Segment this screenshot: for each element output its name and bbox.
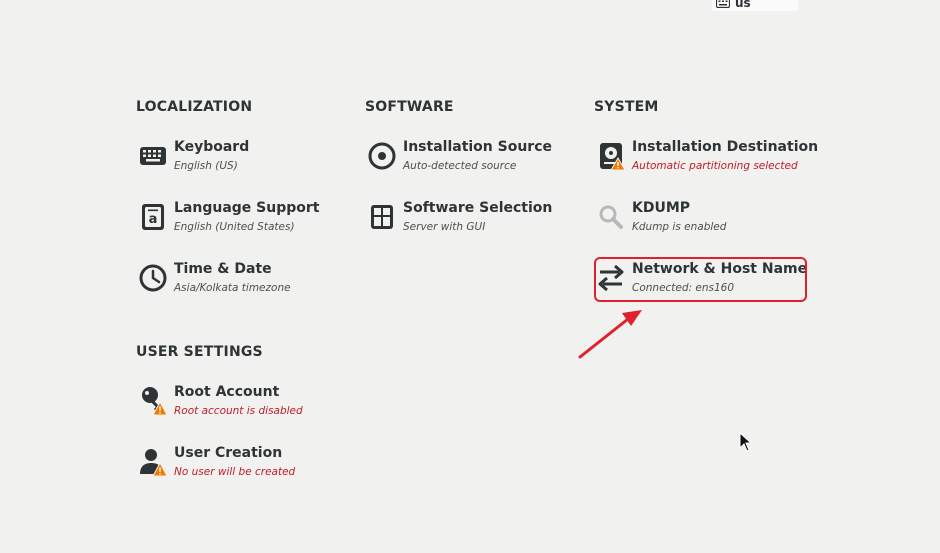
keyboard-layout-label: us xyxy=(735,0,751,10)
spoke-installation-source-title: Installation Source xyxy=(403,139,553,155)
spoke-kdump-title: KDUMP xyxy=(632,200,691,216)
spoke-keyboard[interactable]: Keyboard English (US) xyxy=(136,139,346,185)
annotation-highlight-box xyxy=(594,257,807,302)
section-title-user-settings: USER SETTINGS xyxy=(136,344,263,360)
keyboard-layout-indicator[interactable]: us xyxy=(712,0,798,11)
spoke-root-account-status: Root account is disabled xyxy=(174,405,303,417)
spoke-user-creation-title: User Creation xyxy=(174,445,283,461)
section-title-system: SYSTEM xyxy=(594,99,659,115)
language-icon: a xyxy=(142,204,164,230)
spoke-time-date-title: Time & Date xyxy=(174,261,272,277)
spoke-keyboard-title: Keyboard xyxy=(174,139,250,155)
spoke-kdump[interactable]: KDUMP Kdump is enabled xyxy=(594,200,804,246)
spoke-kdump-status: Kdump is enabled xyxy=(632,221,727,233)
svg-text:a: a xyxy=(149,212,158,227)
annotation-arrow-icon xyxy=(578,310,642,359)
keyboard-icon xyxy=(140,147,166,165)
spoke-language-status: English (United States) xyxy=(174,221,295,233)
spoke-software-selection-title: Software Selection xyxy=(403,200,553,216)
magnifier-icon xyxy=(599,205,623,229)
user-warning-icon xyxy=(140,449,168,477)
spoke-keyboard-status: English (US) xyxy=(174,160,238,172)
package-icon xyxy=(371,205,393,229)
spoke-installation-source[interactable]: Installation Source Auto-detected source xyxy=(365,139,575,185)
spoke-installation-destination[interactable]: Installation Destination Automatic parti… xyxy=(594,139,818,185)
clock-icon xyxy=(139,264,167,292)
spoke-software-selection[interactable]: Software Selection Server with GUI xyxy=(365,200,575,246)
spoke-user-creation-status: No user will be created xyxy=(174,466,296,478)
spoke-installation-destination-status: Automatic partitioning selected xyxy=(632,160,798,172)
spoke-user-creation[interactable]: User Creation No user will be created xyxy=(136,445,346,491)
spoke-root-account[interactable]: Root Account Root account is disabled xyxy=(136,384,346,430)
key-warning-icon xyxy=(142,387,168,416)
harddisk-warning-icon xyxy=(600,143,626,171)
spoke-software-selection-status: Server with GUI xyxy=(403,221,486,233)
keyboard-icon xyxy=(716,0,730,8)
spoke-language-support[interactable]: a Language Support English (United State… xyxy=(136,200,346,246)
disc-icon xyxy=(368,142,396,170)
spoke-time-date-status: Asia/Kolkata timezone xyxy=(174,282,291,294)
mouse-cursor-icon xyxy=(739,432,753,452)
spoke-language-title: Language Support xyxy=(174,200,320,216)
section-title-localization: LOCALIZATION xyxy=(136,99,253,115)
spoke-time-date[interactable]: Time & Date Asia/Kolkata timezone xyxy=(136,261,346,307)
section-title-software: SOFTWARE xyxy=(365,99,454,115)
spoke-installation-source-status: Auto-detected source xyxy=(403,160,517,172)
spoke-root-account-title: Root Account xyxy=(174,384,280,400)
spoke-installation-destination-title: Installation Destination xyxy=(632,139,819,155)
